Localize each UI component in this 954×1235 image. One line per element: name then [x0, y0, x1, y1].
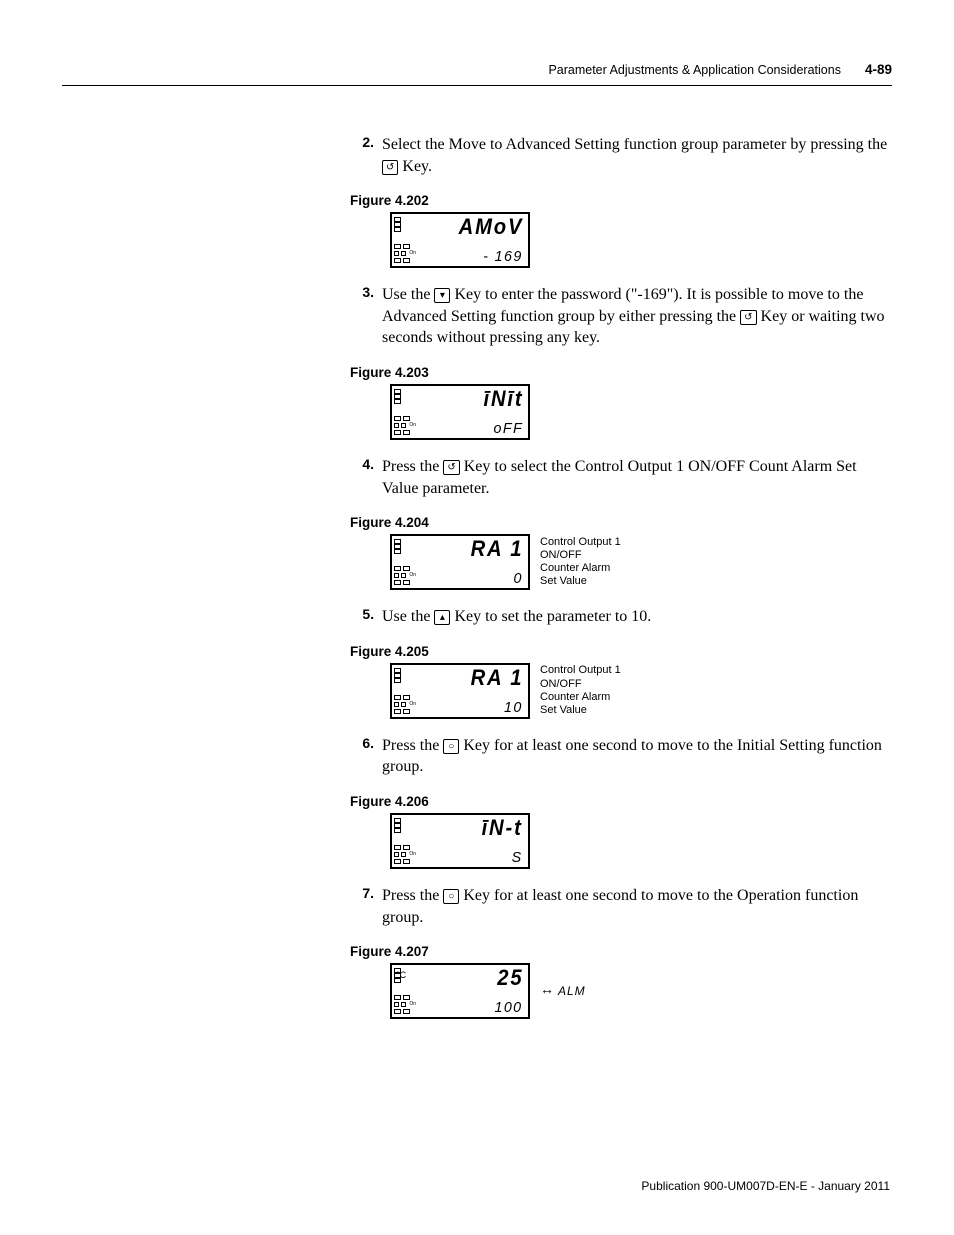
alm-indicator: ↔ ALM — [540, 983, 586, 999]
double-arrow-icon: ↔ — [540, 983, 554, 999]
step-number: 2. — [350, 134, 374, 150]
figure-label: Figure 4.205 — [350, 644, 890, 659]
loop-key-icon: ↺ — [443, 460, 459, 475]
lcd-top: īNīt — [483, 388, 523, 410]
step-text: Select the Move to Advanced Setting func… — [382, 134, 890, 177]
loop-key-icon: ↺ — [740, 310, 756, 325]
lcd-caption: Control Output 1 ON/OFF Counter Alarm Se… — [540, 664, 621, 717]
lcd-display: On RA 1 10 — [390, 663, 530, 719]
step-number: 7. — [350, 885, 374, 901]
step-number: 6. — [350, 735, 374, 751]
unit-celsius: °C — [396, 970, 406, 980]
lcd-top: AMoV — [458, 216, 523, 238]
step-number: 5. — [350, 606, 374, 622]
lcd-bottom: S — [512, 850, 523, 865]
lcd-display: On īNīt oFF — [390, 384, 530, 440]
lcd-display: On RA 1 0 — [390, 534, 530, 590]
circle-key-icon: ○ — [443, 889, 459, 904]
lcd-bottom: 10 — [504, 700, 523, 715]
step-text: Press the ○ Key for at least one second … — [382, 735, 890, 778]
step-number: 3. — [350, 284, 374, 300]
page-header: Parameter Adjustments & Application Cons… — [62, 62, 892, 86]
lcd-bottom: oFF — [493, 421, 523, 436]
content: 2. Select the Move to Advanced Setting f… — [350, 134, 890, 1019]
lcd-bottom: - 169 — [483, 249, 523, 264]
header-title: Parameter Adjustments & Application Cons… — [548, 63, 841, 77]
lcd-bottom: 0 — [514, 571, 523, 586]
page: Parameter Adjustments & Application Cons… — [0, 0, 954, 1235]
up-key-icon: ▴ — [434, 610, 450, 625]
lcd-caption: Control Output 1 ON/OFF Counter Alarm Se… — [540, 536, 621, 589]
lcd-display: °C On 25 100 — [390, 963, 530, 1019]
figure-label: Figure 4.203 — [350, 365, 890, 380]
page-number: 4-89 — [865, 62, 892, 77]
down-key-icon: ▾ — [434, 288, 450, 303]
figure-label: Figure 4.202 — [350, 193, 890, 208]
figure-label: Figure 4.207 — [350, 944, 890, 959]
step-text: Use the ▾ Key to enter the password ("-1… — [382, 284, 890, 349]
loop-key-icon: ↺ — [382, 160, 398, 175]
lcd-top: 25 — [497, 967, 523, 989]
lcd-top: īN-t — [482, 817, 523, 839]
figure-label: Figure 4.204 — [350, 515, 890, 530]
figure-label: Figure 4.206 — [350, 794, 890, 809]
lcd-top: RA 1 — [470, 667, 523, 689]
step-text: Press the ○ Key for at least one second … — [382, 885, 890, 928]
lcd-bottom: 100 — [495, 1000, 523, 1015]
step-text: Use the ▴ Key to set the parameter to 10… — [382, 606, 890, 628]
lcd-display: On īN-t S — [390, 813, 530, 869]
lcd-top: RA 1 — [470, 538, 523, 560]
step-text: Press the ↺ Key to select the Control Ou… — [382, 456, 890, 499]
footer-publication: Publication 900-UM007D-EN-E - January 20… — [641, 1179, 890, 1193]
lcd-display: On AMoV - 169 — [390, 212, 530, 268]
circle-key-icon: ○ — [443, 739, 459, 754]
step-number: 4. — [350, 456, 374, 472]
